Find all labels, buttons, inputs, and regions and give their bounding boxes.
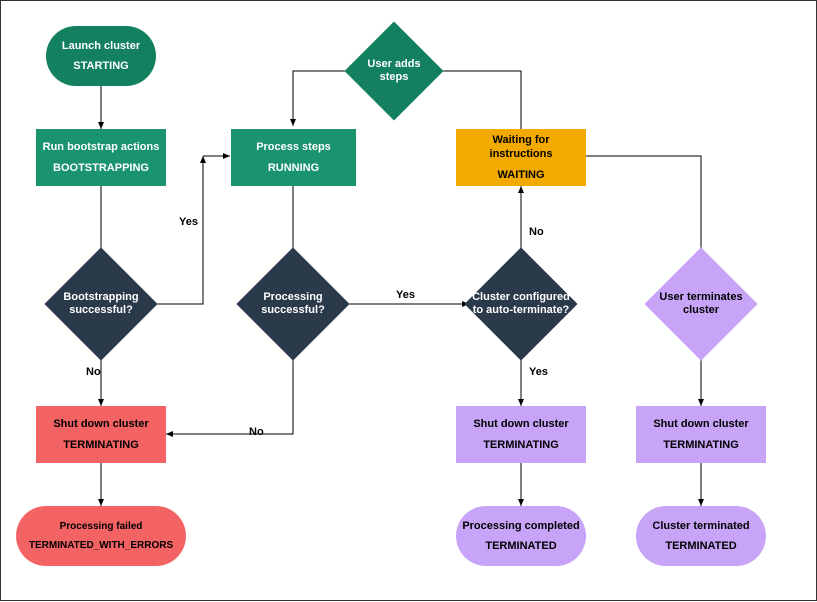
node-process-label: Process steps xyxy=(256,140,331,154)
node-useradds: User adds steps xyxy=(359,36,429,106)
node-completed-status: TERMINATED xyxy=(485,539,556,553)
node-process-status: RUNNING xyxy=(268,161,319,175)
node-failed-status: TERMINATED_WITH_ERRORS xyxy=(29,539,173,552)
node-clusterterm: Cluster terminated TERMINATED xyxy=(636,506,766,566)
node-shutdown-ok-status: TERMINATING xyxy=(483,438,559,452)
node-shutdown-ok: Shut down cluster TERMINATING xyxy=(456,406,586,463)
node-failed: Processing failed TERMINATED_WITH_ERRORS xyxy=(16,506,186,566)
node-useradds-label: User adds steps xyxy=(364,58,424,84)
label-proc-yes: Yes xyxy=(396,289,415,301)
label-auto-no: No xyxy=(529,226,544,238)
node-q-auto: Cluster configured to auto-terminate? xyxy=(481,264,561,344)
flowchart-canvas: Launch cluster STARTING Run bootstrap ac… xyxy=(0,0,817,601)
node-bootstrap: Run bootstrap actions BOOTSTRAPPING xyxy=(36,129,166,186)
node-waiting: Waiting for instructions WAITING xyxy=(456,129,586,186)
node-start: Launch cluster STARTING xyxy=(46,26,156,86)
node-shutdown-err-label: Shut down cluster xyxy=(53,417,148,431)
node-clusterterm-status: TERMINATED xyxy=(665,539,736,553)
node-shutdown-err: Shut down cluster TERMINATING xyxy=(36,406,166,463)
node-shutdown-ok-label: Shut down cluster xyxy=(473,417,568,431)
node-q-boot: Bootstrapping successful? xyxy=(61,264,141,344)
node-waiting-status: WAITING xyxy=(497,168,544,182)
node-start-label: Launch cluster xyxy=(62,39,140,53)
node-q-userterm: User terminates cluster xyxy=(661,264,741,344)
label-proc-no: No xyxy=(249,426,264,438)
node-completed: Processing completed TERMINATED xyxy=(456,506,586,566)
node-waiting-label: Waiting for instructions xyxy=(460,133,582,162)
node-q-proc: Processing successful? xyxy=(253,264,333,344)
node-shutdown-user-label: Shut down cluster xyxy=(653,417,748,431)
node-q-auto-label: Cluster configured to auto-terminate? xyxy=(466,291,576,317)
label-boot-no: No xyxy=(86,366,101,378)
node-q-userterm-label: User terminates cluster xyxy=(646,291,756,317)
node-shutdown-user: Shut down cluster TERMINATING xyxy=(636,406,766,463)
node-shutdown-user-status: TERMINATING xyxy=(663,438,739,452)
node-q-proc-label: Processing successful? xyxy=(238,291,348,317)
node-q-boot-label: Bootstrapping successful? xyxy=(46,291,156,317)
label-boot-yes: Yes xyxy=(179,216,198,228)
node-bootstrap-label: Run bootstrap actions xyxy=(43,140,160,154)
node-clusterterm-label: Cluster terminated xyxy=(652,519,749,533)
node-process: Process steps RUNNING xyxy=(231,129,356,186)
node-completed-label: Processing completed xyxy=(462,519,579,533)
node-shutdown-err-status: TERMINATING xyxy=(63,438,139,452)
node-failed-label: Processing failed xyxy=(60,520,143,533)
node-start-status: STARTING xyxy=(73,59,128,73)
label-auto-yes: Yes xyxy=(529,366,548,378)
node-bootstrap-status: BOOTSTRAPPING xyxy=(53,161,149,175)
